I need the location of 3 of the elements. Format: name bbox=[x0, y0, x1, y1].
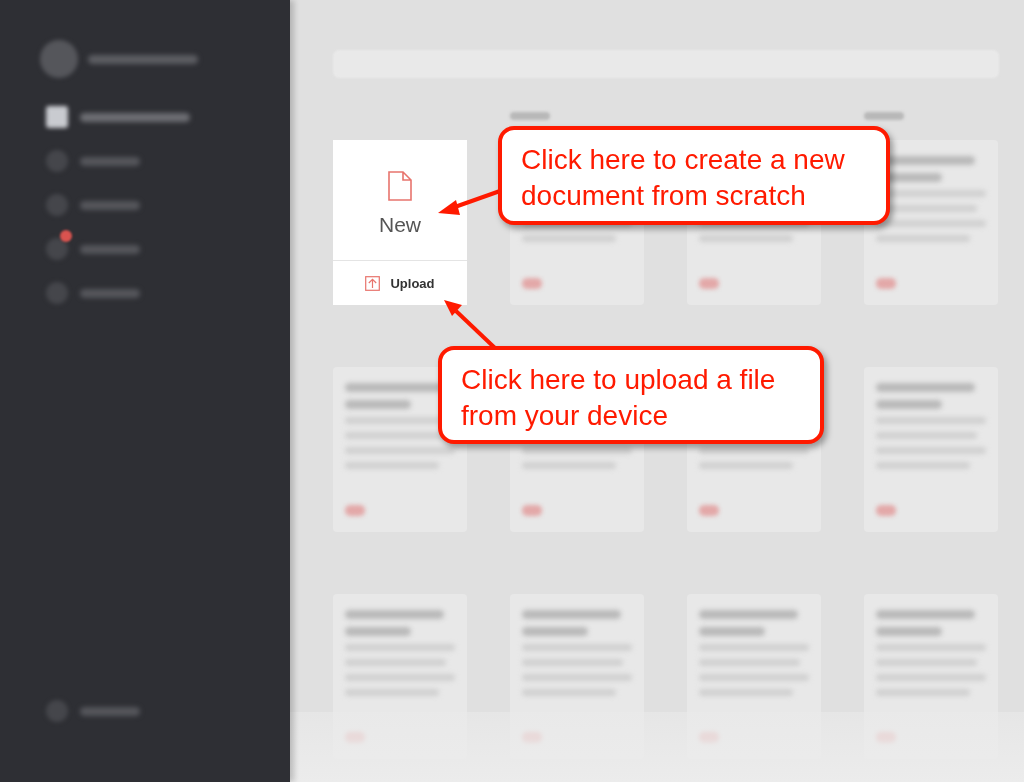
callout-text: Click here to upload a file from your device bbox=[461, 363, 777, 433]
callout-text: Click here to create a new document from scratch bbox=[521, 143, 846, 213]
new-label: New bbox=[379, 213, 421, 237]
